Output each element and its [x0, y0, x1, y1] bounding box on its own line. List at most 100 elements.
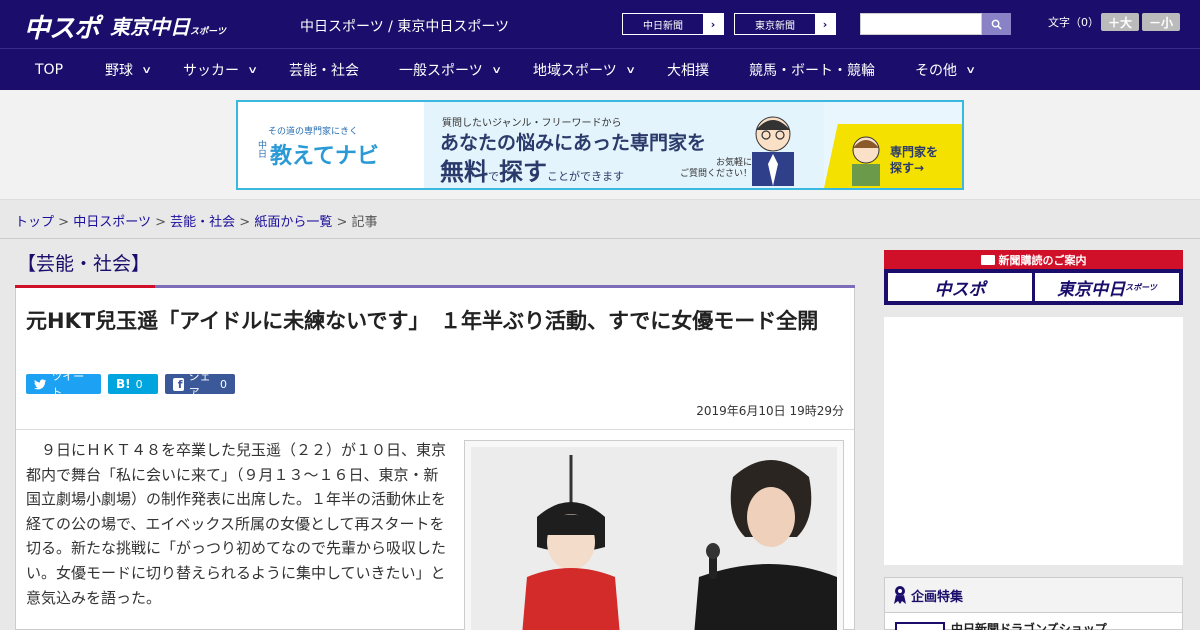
- chevron-down-icon: ∨: [965, 64, 977, 76]
- tweet-button[interactable]: ツイート: [26, 370, 101, 399]
- banner-brand-name: 教えてナビ: [270, 144, 379, 169]
- breadcrumb-category[interactable]: 芸能・社会: [170, 215, 235, 230]
- banner-cta1: 専門家を: [890, 145, 939, 159]
- banner-de: で: [488, 170, 499, 183]
- chevron-down-icon: ∨: [141, 64, 153, 76]
- banner-line3: 無料で探すことができます: [440, 152, 624, 187]
- nav-label: 地域スポーツ: [533, 63, 617, 79]
- sub-logo2-sub: スポーツ: [1125, 282, 1157, 292]
- font-size-increase-button[interactable]: ＋大: [1101, 13, 1139, 31]
- special-features: 企画特集 中日新聞ドラゴンズショップ: [884, 577, 1183, 630]
- facebook-share-button[interactable]: f シェア 0: [165, 370, 235, 399]
- tweet-label: ツイート: [51, 370, 85, 399]
- chunichi-shimbun-button[interactable]: 中日新聞 ›: [622, 13, 724, 35]
- article-divider: [16, 429, 854, 430]
- ad-slot[interactable]: [884, 317, 1183, 565]
- subscription-title: 新聞購読のご案内: [998, 253, 1087, 267]
- breadcrumb-list[interactable]: 紙面から一覧: [254, 215, 332, 230]
- banner-dekimasu: ことができます: [547, 170, 624, 183]
- site-header: 中スポ 東京中日スポーツ 中日スポーツ / 東京中日スポーツ 中日新聞 › 東京…: [0, 0, 1200, 48]
- breadcrumb-sep: >: [58, 215, 70, 230]
- search-input[interactable]: [860, 13, 982, 35]
- nav-item-baseball[interactable]: 野球 ∨: [105, 49, 153, 91]
- nav-label: TOP: [35, 62, 64, 78]
- sub-logo2-text: 東京中日: [1057, 279, 1126, 300]
- nav-item-keiba[interactable]: 競馬・ボート・競輪: [749, 49, 875, 91]
- banner-area: その道の専門家にきく 中日 教えてナビ 質問したいジャンル・フリーワードから あ…: [0, 90, 1200, 200]
- article-headline: 元HKT兒玉遥「アイドルに未練ないです」 １年半ぶり活動、すでに女優モード全開: [26, 309, 819, 333]
- nav-label: 大相撲: [667, 63, 709, 79]
- breadcrumb: トップ > 中日スポーツ > 芸能・社会 > 紙面から一覧 > 記事: [15, 211, 378, 230]
- tokyo-logo-text: 東京中日: [110, 15, 190, 39]
- chunichi-sports-logo[interactable]: 中スポ: [24, 8, 100, 45]
- main-nav: TOP 野球 ∨ サッカー ∨ 芸能・社会 一般スポーツ ∨ 地域スポーツ ∨ 大相撲 …: [0, 48, 1200, 90]
- banner-line1: 質問したいジャンル・フリーワードから: [442, 118, 622, 129]
- nav-label: 野球: [105, 63, 133, 79]
- banner-brand: その道の専門家にきく 中日 教えてナビ: [238, 102, 424, 188]
- search-button[interactable]: [982, 13, 1011, 35]
- nav-item-local-sports[interactable]: 地域スポーツ ∨: [533, 49, 636, 91]
- photo-image: [471, 447, 837, 630]
- photo-illustration-icon: [471, 447, 837, 630]
- breadcrumb-divider: [0, 238, 1200, 239]
- nav-item-soccer[interactable]: サッカー ∨: [183, 49, 259, 91]
- hatena-bookmark-button[interactable]: B! 0: [108, 374, 158, 394]
- nav-item-other[interactable]: その他 ∨: [915, 49, 977, 91]
- banner-cta2: 探す→: [890, 161, 925, 175]
- chevron-down-icon: ∨: [624, 64, 636, 76]
- ribbon-icon: [894, 586, 906, 604]
- subscribe-tokyo-chunichi[interactable]: 東京中日 スポーツ: [1035, 273, 1179, 301]
- special-features-title: 企画特集: [911, 589, 964, 605]
- banner-line2: あなたの悩みにあった専門家を: [440, 132, 707, 154]
- special-features-header: 企画特集: [885, 578, 1182, 613]
- nav-item-sumo[interactable]: 大相撲: [667, 49, 709, 91]
- article-paragraph: ９日にＨＫＴ４８を卒業した兒玉遥（２２）が１０日、東京都内で舞台「私に会いに来て…: [26, 441, 447, 607]
- nav-label: 一般スポーツ: [399, 63, 483, 79]
- chevron-right-icon: ›: [703, 14, 723, 34]
- tokyo-logo-sub: スポーツ: [190, 27, 226, 37]
- breadcrumb-current: 記事: [351, 215, 378, 230]
- font-size-decrease-button[interactable]: －小: [1142, 13, 1180, 31]
- person-icon: [852, 136, 880, 186]
- chevron-right-icon: ›: [815, 14, 835, 34]
- chevron-down-icon: ∨: [247, 64, 259, 76]
- oshiete-navi-banner[interactable]: その道の専門家にきく 中日 教えてナビ 質問したいジャンル・フリーワードから あ…: [236, 100, 964, 190]
- banner-free: 無料: [440, 158, 488, 186]
- breadcrumb-sep: >: [155, 215, 166, 230]
- font-size-label: 文字（0）: [1048, 16, 1099, 29]
- newspaper-icon: [980, 254, 995, 265]
- subscription-header: 新聞購読のご案内: [884, 250, 1183, 269]
- nav-label: サッカー: [183, 63, 239, 79]
- subscribe-chunichi-sports[interactable]: 中スポ: [888, 273, 1032, 301]
- breadcrumb-chunichi[interactable]: 中日スポーツ: [73, 215, 151, 230]
- nav-item-top[interactable]: TOP: [35, 49, 63, 91]
- nav-item-general-sports[interactable]: 一般スポーツ ∨: [399, 49, 502, 91]
- subscription-box[interactable]: 新聞購読のご案内 中スポ 東京中日 スポーツ: [884, 250, 1183, 305]
- nav-label: 競馬・ボート・競輪: [749, 63, 875, 79]
- dragons-shop-link[interactable]: 中日新聞ドラゴンズショップ: [951, 620, 1107, 630]
- tokyo-shimbun-button[interactable]: 東京新聞 ›: [734, 13, 836, 35]
- hatena-count: 0: [135, 377, 143, 391]
- tokyo-shimbun-label: 東京新聞: [755, 20, 795, 32]
- dragons-shop-thumbnail[interactable]: [895, 622, 945, 630]
- article-body: ９日にＨＫＴ４８を卒業した兒玉遥（２２）が１０日、東京都内で舞台「私に会いに来て…: [26, 438, 446, 620]
- banner-sagasu: 探す: [499, 158, 547, 186]
- breadcrumb-sep: >: [336, 215, 348, 230]
- chunichi-shimbun-label: 中日新聞: [643, 20, 683, 32]
- search-icon: [991, 19, 1002, 30]
- article-photo[interactable]: [464, 440, 844, 630]
- banner-cta-text: 専門家を探す→: [890, 144, 938, 176]
- facebook-share-label: シェア: [188, 370, 211, 399]
- hatena-icon: B!: [116, 377, 131, 391]
- breadcrumb-sep: >: [239, 215, 251, 230]
- nav-item-entertainment[interactable]: 芸能・社会: [289, 49, 359, 91]
- nav-label: 芸能・社会: [289, 63, 359, 79]
- banner-cta[interactable]: 専門家を探す→: [824, 124, 962, 188]
- breadcrumb-top[interactable]: トップ: [15, 215, 54, 230]
- tokyo-chunichi-logo[interactable]: 東京中日スポーツ: [110, 11, 226, 40]
- advisor-illustration-icon: [752, 116, 794, 186]
- chevron-down-icon: ∨: [490, 64, 502, 76]
- category-heading: 【芸能・社会】: [17, 253, 151, 275]
- banner-brand-vertical: 中日: [256, 140, 266, 158]
- facebook-icon: f: [173, 377, 184, 391]
